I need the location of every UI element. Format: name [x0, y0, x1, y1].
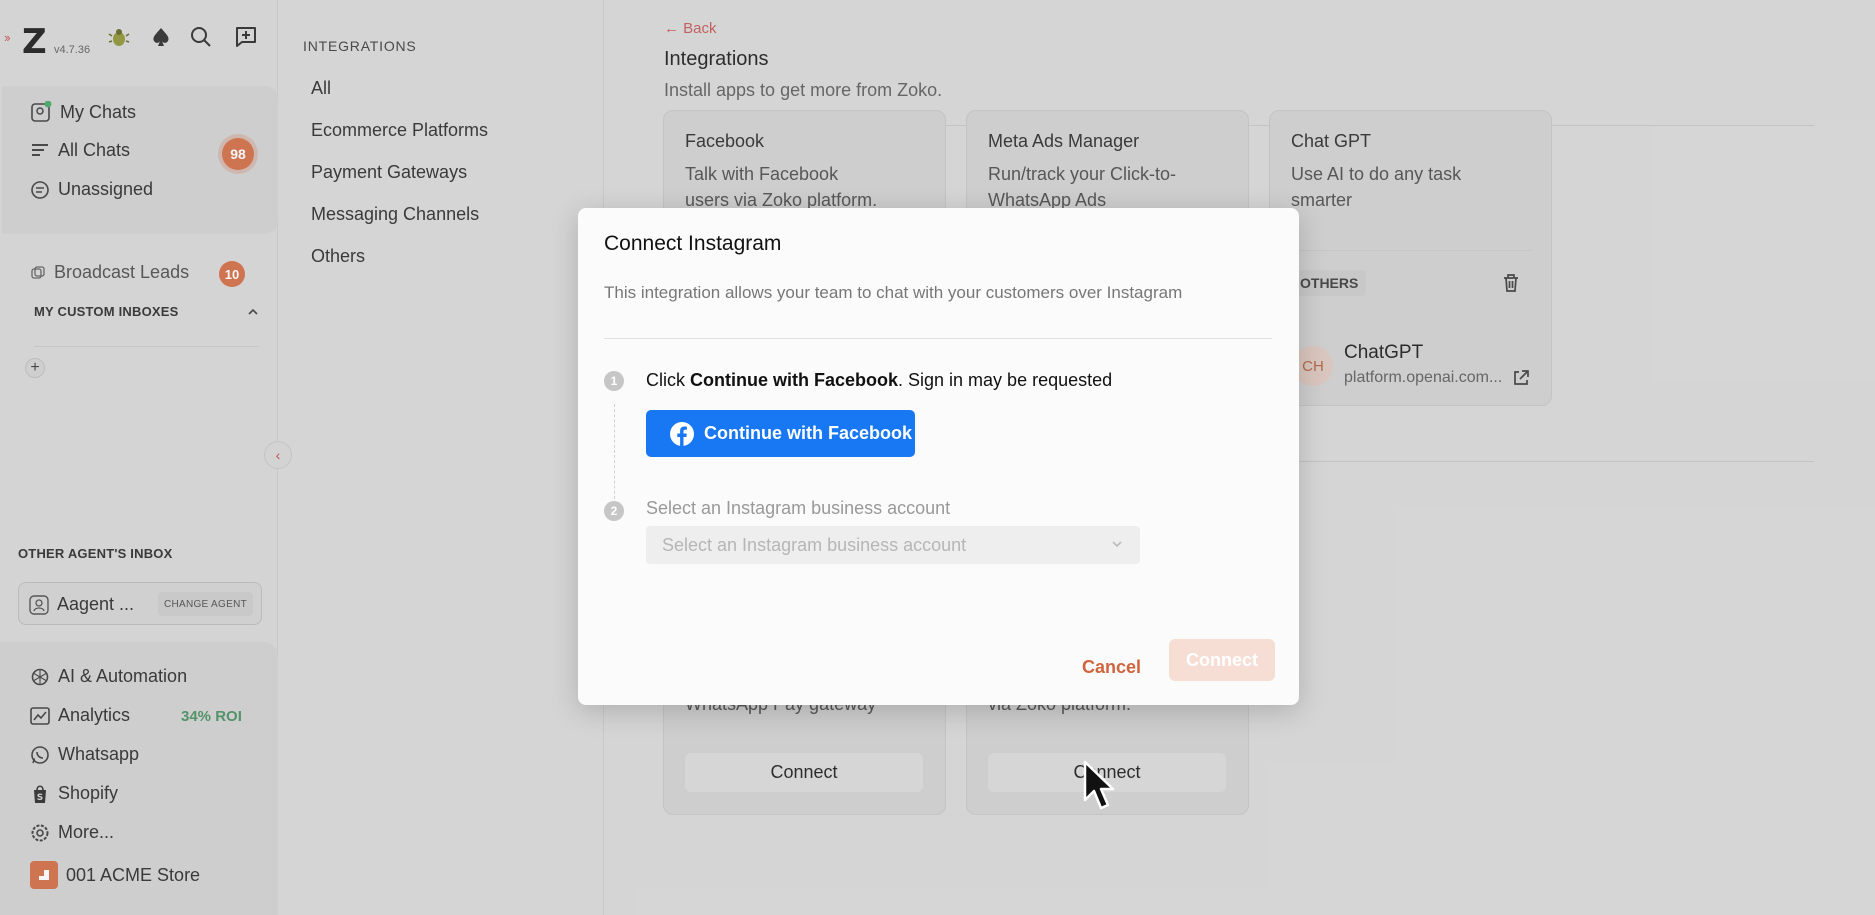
- connect-instagram-modal: Connect Instagram This integration allow…: [578, 208, 1299, 705]
- modal-description: This integration allows your team to cha…: [604, 283, 1183, 302]
- select-placeholder: Select an Instagram business account: [662, 535, 967, 555]
- connect-button[interactable]: Connect: [1169, 639, 1275, 681]
- step-1-bold: Continue with Facebook: [690, 370, 899, 390]
- continue-with-facebook-button[interactable]: Continue with Facebook: [646, 410, 915, 457]
- modal-divider: [604, 338, 1272, 339]
- step-connector: [614, 404, 615, 504]
- instagram-account-select[interactable]: Select an Instagram business account: [646, 526, 1140, 564]
- mouse-pointer-icon: [1083, 760, 1115, 810]
- cancel-button[interactable]: Cancel: [1070, 647, 1153, 687]
- step-2-text: Select an Instagram business account: [646, 498, 951, 518]
- step-1-suffix: . Sign in may be requested: [898, 370, 1113, 390]
- collapse-sidebar-button[interactable]: ‹: [264, 441, 292, 469]
- step-1-prefix: Click: [646, 370, 690, 390]
- step-1-text: Click Continue with Facebook. Sign in ma…: [646, 370, 1112, 391]
- facebook-icon: [670, 421, 694, 446]
- facebook-button-label: Continue with Facebook: [704, 423, 913, 443]
- chevron-down-icon: [1112, 541, 1122, 548]
- modal-title: Connect Instagram: [604, 232, 782, 255]
- step-2-number: 2: [604, 501, 624, 521]
- step-1-number: 1: [604, 371, 624, 391]
